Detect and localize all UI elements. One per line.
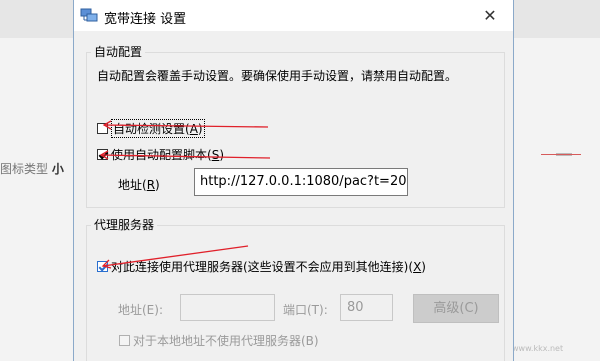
use-proxy-checkbox-row[interactable]: 对此连接使用代理服务器(这些设置不会应用到其他连接)(X) [97, 258, 426, 275]
proxy-address-label: 地址(E): [118, 303, 163, 317]
auto-config-group: 自动配置 自动配置会覆盖手动设置。要确保使用手动设置，请禁用自动配置。 自动检测… [86, 43, 505, 208]
proxy-port-label: 端口(T): [283, 303, 328, 317]
title-bar[interactable]: 宽带连接 设置 ✕ [74, 0, 513, 31]
auto-detect-checkbox[interactable] [97, 123, 108, 134]
proxy-address-input[interactable] [180, 294, 275, 321]
close-button[interactable]: ✕ [467, 0, 513, 31]
use-script-checkbox-row[interactable]: 使用自动配置脚本(S) [97, 146, 224, 163]
use-proxy-checkbox[interactable] [97, 261, 108, 272]
background-right-red-line [541, 154, 581, 155]
network-connection-icon [80, 6, 98, 24]
advanced-button[interactable]: 高级(C) [413, 294, 499, 323]
watermark-url: www.kkx.net [512, 344, 564, 353]
bypass-local-checkbox-row[interactable]: 对于本地地址不使用代理服务器(B) [97, 332, 319, 349]
proxy-port-input[interactable]: 80 [340, 294, 393, 321]
proxy-server-group: 代理服务器 对此连接使用代理服务器(这些设置不会应用到其他连接)(X) 地址(E… [86, 216, 505, 361]
broadband-settings-dialog: 宽带连接 设置 ✕ 自动配置 自动配置会覆盖手动设置。要确保使用手动设置，请禁用… [73, 0, 514, 361]
use-script-checkbox[interactable] [97, 149, 108, 160]
background-icon-type-label: 图标类型 小 [0, 162, 64, 176]
auto-detect-checkbox-row[interactable]: 自动检测设置(A) [97, 119, 205, 138]
bypass-local-label: 对于本地地址不使用代理服务器(B) [133, 334, 319, 348]
use-proxy-label: 对此连接使用代理服务器(这些设置不会应用到其他连接)(X) [111, 260, 426, 274]
proxy-server-group-title: 代理服务器 [91, 216, 158, 233]
background-left-panel [0, 38, 73, 361]
script-address-input[interactable]: http://127.0.0.1:1080/pac?t=2016050 [194, 168, 408, 196]
script-address-label: 地址(R) [118, 178, 160, 192]
dialog-title: 宽带连接 设置 [104, 12, 187, 27]
auto-config-group-title: 自动配置 [91, 43, 146, 60]
auto-config-description: 自动配置会覆盖手动设置。要确保使用手动设置，请禁用自动配置。 [97, 69, 458, 83]
use-script-label: 使用自动配置脚本(S) [111, 148, 224, 162]
auto-detect-label: 自动检测设置(A) [111, 119, 205, 138]
bypass-local-checkbox[interactable] [119, 335, 130, 346]
